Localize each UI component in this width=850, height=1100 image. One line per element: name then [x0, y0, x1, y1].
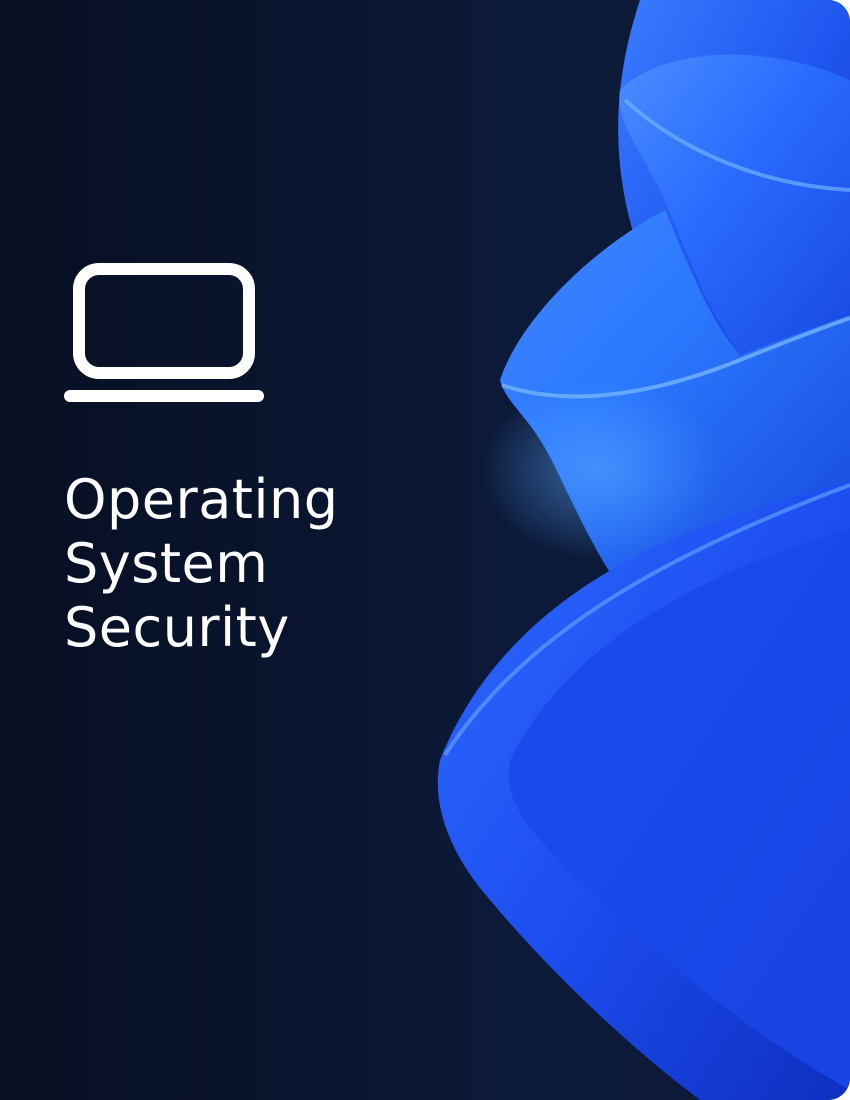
title-line-2: System: [64, 532, 269, 595]
page-title: Operating System Security: [64, 468, 464, 660]
title-line-3: Security: [64, 596, 290, 659]
cover-card: Operating System Security: [0, 0, 850, 1100]
title-line-1: Operating: [64, 468, 339, 531]
laptop-icon: [64, 263, 264, 402]
